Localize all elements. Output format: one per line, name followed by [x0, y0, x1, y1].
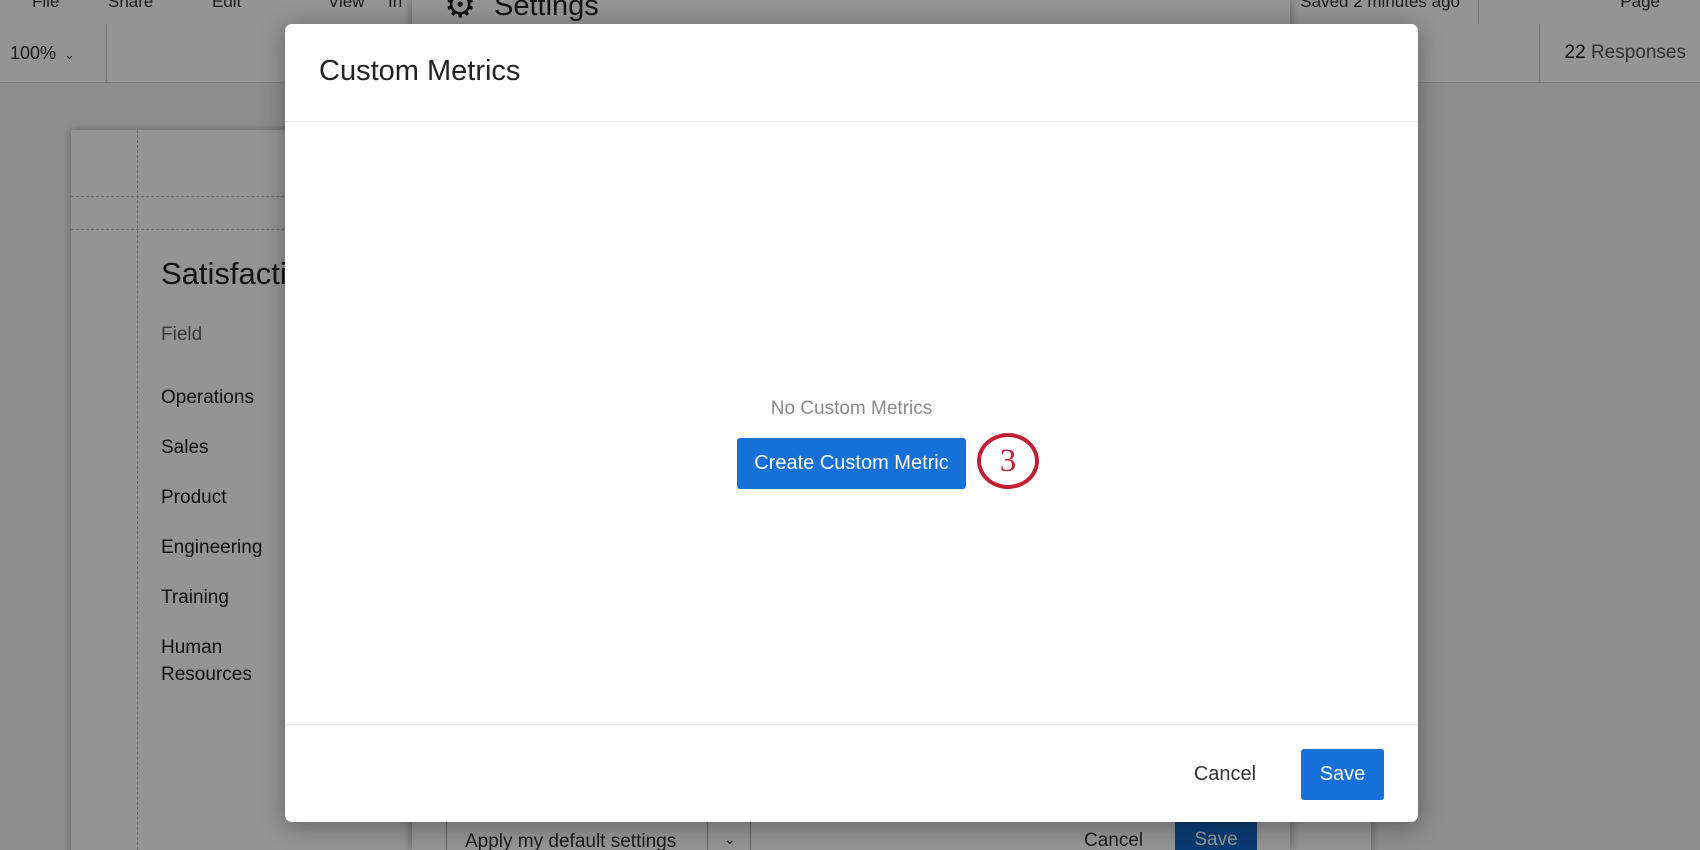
empty-state-text: No Custom Metrics — [770, 398, 933, 419]
modal-footer: Cancel Save — [285, 724, 1418, 822]
create-custom-metric-button[interactable]: Create Custom Metric — [737, 438, 966, 489]
custom-metrics-modal: Custom Metrics No Custom Metrics Create … — [285, 24, 1418, 822]
modal-title: Custom Metrics — [319, 55, 521, 87]
step-number-badge: 3 — [977, 433, 1039, 489]
modal-body: No Custom Metrics Create Custom Metric 3 — [285, 122, 1418, 722]
app-stage: File Share Edit View In Saved 2 minutes … — [0, 0, 1700, 850]
modal-header: Custom Metrics — [285, 24, 1418, 122]
cancel-button[interactable]: Cancel — [1185, 749, 1265, 800]
save-button[interactable]: Save — [1301, 749, 1384, 800]
